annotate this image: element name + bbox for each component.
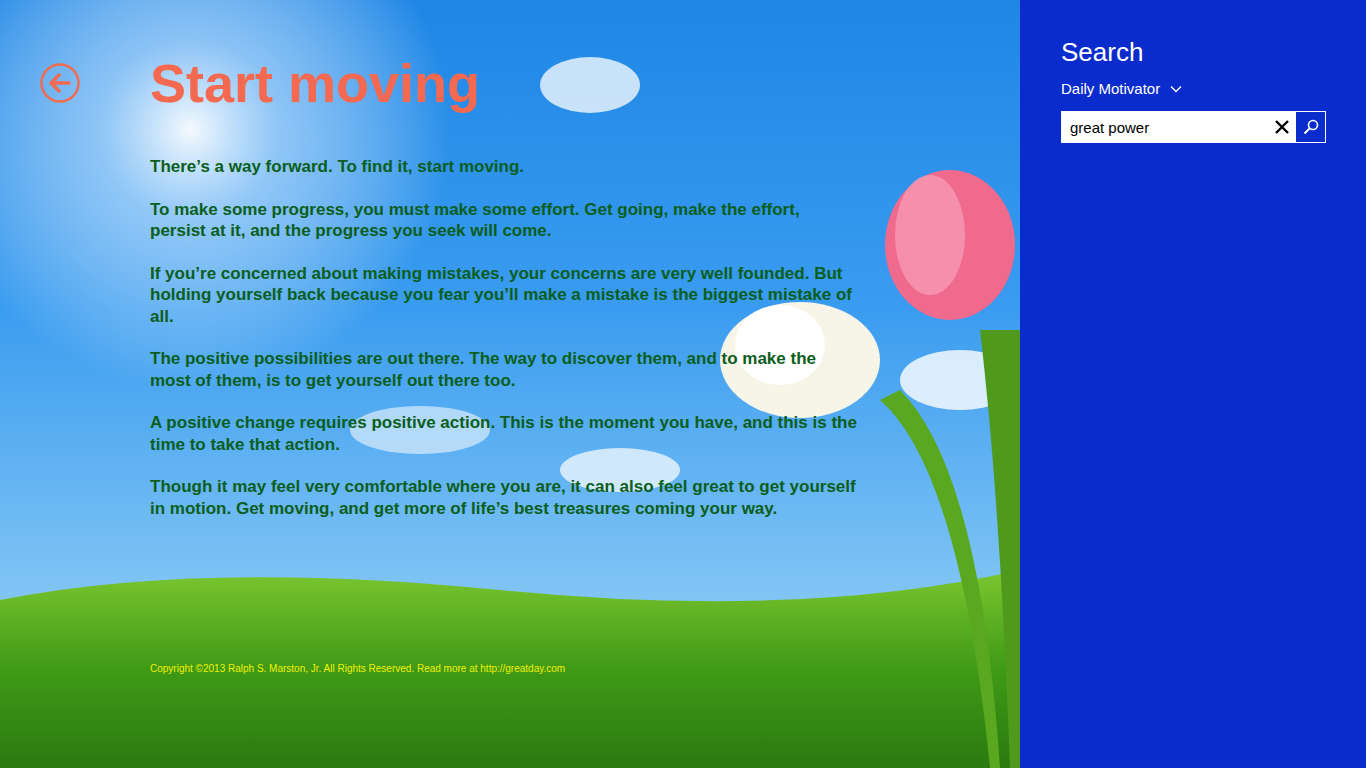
- search-scope-label: Daily Motivator: [1061, 79, 1160, 99]
- article-paragraph: To make some progress, you must make som…: [150, 199, 860, 242]
- chevron-down-icon: [1170, 85, 1182, 93]
- search-button[interactable]: [1296, 112, 1325, 142]
- article-paragraph: If you’re concerned about making mistake…: [150, 263, 860, 328]
- page-header: Start moving: [0, 0, 1020, 114]
- copyright-note: Copyright ©2013 Ralph S. Marston, Jr. Al…: [0, 663, 1020, 768]
- article-paragraph: There’s a way forward. To find it, start…: [150, 156, 860, 178]
- search-pane: Search Daily Motivator: [1020, 0, 1366, 768]
- magnifier-icon: [1303, 119, 1319, 135]
- close-icon: [1275, 120, 1289, 134]
- search-input[interactable]: [1062, 112, 1268, 142]
- search-scope-dropdown[interactable]: Daily Motivator: [1061, 79, 1182, 99]
- article-paragraph: The positive possibilities are out there…: [150, 348, 860, 391]
- clear-button[interactable]: [1268, 112, 1296, 142]
- article-view: Start moving There’s a way forward. To f…: [0, 0, 1020, 768]
- search-pane-title: Search: [1061, 36, 1326, 68]
- article-body: There’s a way forward. To find it, start…: [0, 114, 860, 663]
- article-paragraph: Though it may feel very comfortable wher…: [150, 476, 860, 519]
- search-box: [1061, 111, 1326, 143]
- back-button[interactable]: [39, 63, 80, 104]
- screen: Start moving There’s a way forward. To f…: [0, 0, 1366, 768]
- article-paragraph: A positive change requires positive acti…: [150, 412, 860, 455]
- back-arrow-icon: [40, 63, 80, 103]
- article-title: Start moving: [150, 52, 480, 114]
